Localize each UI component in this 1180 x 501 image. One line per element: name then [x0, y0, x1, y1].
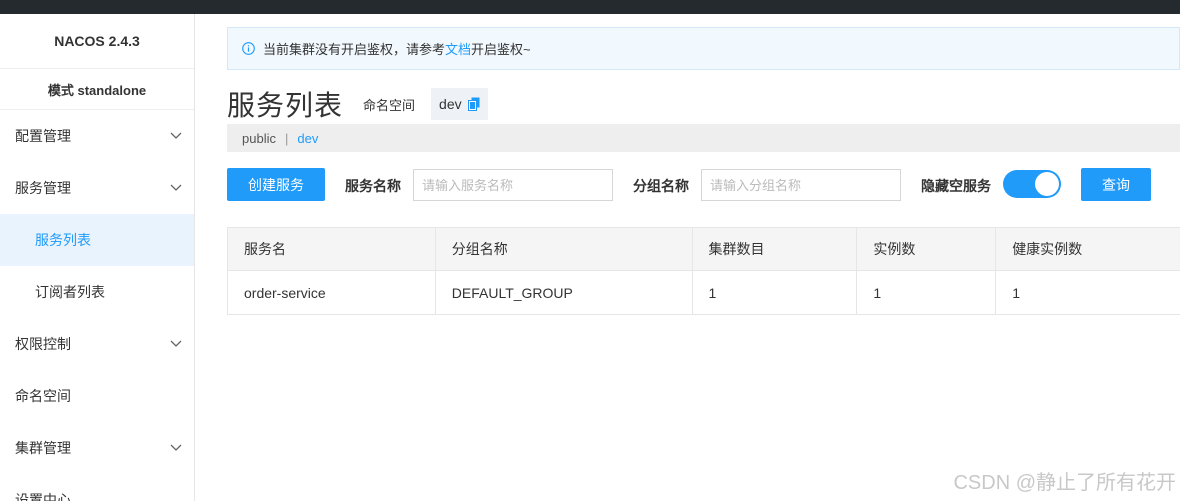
sidebar-item-access-control[interactable]: 权限控制: [0, 318, 194, 370]
cell-service-name: order-service: [228, 271, 436, 314]
notice-text-suffix: 开启鉴权~: [471, 42, 531, 57]
column-header-healthy-instance-count: 健康实例数: [1012, 241, 1083, 257]
sidebar-item-label: 配置管理: [15, 128, 71, 144]
sidebar: NACOS 2.4.3 模式 standalone 配置管理 服务管理 服务列表…: [0, 14, 195, 501]
top-bar: [0, 0, 1180, 14]
create-service-button[interactable]: 创建服务: [227, 168, 325, 201]
sidebar-item-label: 服务列表: [35, 232, 91, 248]
chevron-down-icon: [168, 128, 184, 144]
chevron-down-icon: [168, 180, 184, 196]
namespace-value-text: dev: [439, 96, 462, 112]
namespace-switcher: public | dev: [227, 124, 1180, 152]
brand-logo[interactable]: NACOS 2.4.3: [0, 14, 194, 69]
cell-group-name: DEFAULT_GROUP: [436, 271, 693, 314]
service-name-input[interactable]: [413, 169, 613, 201]
group-name-input[interactable]: [701, 169, 901, 201]
service-table: 服务名 分组名称 集群数目 实例数 健康实例数 order-service DE…: [227, 227, 1180, 315]
table-header-row: 服务名 分组名称 集群数目 实例数 健康实例数: [228, 228, 1180, 271]
copy-icon[interactable]: [467, 97, 480, 111]
hide-empty-toggle[interactable]: [1003, 170, 1061, 198]
query-button[interactable]: 查询: [1081, 168, 1151, 201]
sidebar-item-namespace[interactable]: 命名空间: [0, 370, 194, 422]
watermark: CSDN @静止了所有花开: [953, 472, 1176, 494]
docs-link[interactable]: 文档: [445, 39, 471, 58]
sidebar-item-settings-center[interactable]: 设置中心: [0, 474, 194, 501]
sidebar-item-label: 权限控制: [15, 336, 71, 352]
chevron-down-icon: [168, 440, 184, 456]
chevron-down-icon: [168, 336, 184, 352]
sidebar-item-subscriber-list[interactable]: 订阅者列表: [0, 266, 194, 318]
sidebar-item-label: 集群管理: [15, 440, 71, 456]
namespace-value: dev: [431, 88, 488, 120]
column-header-cluster-count: 集群数目: [693, 228, 858, 270]
sidebar-item-config-management[interactable]: 配置管理: [0, 110, 194, 162]
table-row[interactable]: order-service DEFAULT_GROUP 1 1 1: [228, 271, 1180, 314]
auth-notice: 当前集群没有开启鉴权，请参考 文档 开启鉴权~: [227, 27, 1180, 70]
column-header-group-name: 分组名称: [436, 228, 693, 270]
cell-instance-count: 1: [857, 271, 997, 314]
cell-healthy-instance-count: 1: [1012, 284, 1020, 301]
info-icon: [242, 42, 255, 55]
group-name-label: 分组名称: [633, 178, 689, 194]
mode-label: 模式 standalone: [0, 69, 194, 110]
sidebar-item-label: 设置中心: [15, 492, 71, 501]
page-title: 服务列表: [227, 90, 344, 121]
namespace-option-dev[interactable]: dev: [297, 131, 318, 146]
sidebar-item-service-list[interactable]: 服务列表: [0, 214, 194, 266]
namespace-option-public[interactable]: public: [242, 131, 276, 146]
column-header-service-name: 服务名: [228, 228, 436, 270]
filter-bar: 创建服务 服务名称 分组名称 隐藏空服务 查询: [227, 168, 1180, 202]
service-name-label: 服务名称: [345, 178, 401, 194]
sidebar-item-cluster-management[interactable]: 集群管理: [0, 422, 194, 474]
cell-cluster-count: 1: [693, 271, 858, 314]
main-content: 当前集群没有开启鉴权，请参考 文档 开启鉴权~ 服务列表 命名空间 dev pu…: [195, 14, 1180, 501]
toggle-knob: [1035, 172, 1059, 196]
sidebar-item-label: 服务管理: [15, 180, 71, 196]
notice-text-prefix: 当前集群没有开启鉴权，请参考: [263, 42, 446, 57]
hide-empty-label: 隐藏空服务: [921, 178, 991, 194]
namespace-separator: |: [284, 130, 289, 146]
sidebar-item-service-management[interactable]: 服务管理: [0, 162, 194, 214]
sidebar-item-label: 订阅者列表: [35, 284, 105, 300]
namespace-label: 命名空间: [363, 97, 416, 113]
column-header-instance-count: 实例数: [857, 228, 997, 270]
title-row: 服务列表 命名空间 dev: [227, 84, 488, 124]
sidebar-item-label: 命名空间: [15, 388, 71, 404]
